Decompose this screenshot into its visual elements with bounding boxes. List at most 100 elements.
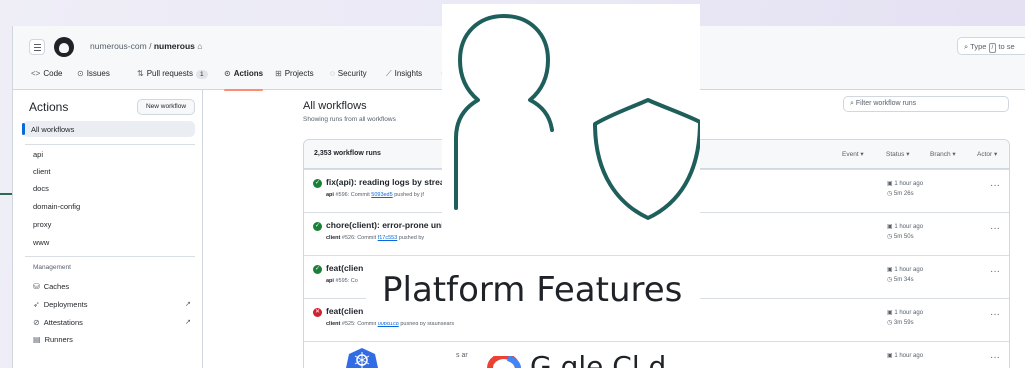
run-time: 1 hour ago: [894, 224, 924, 230]
sidebar-item-api[interactable]: api: [33, 150, 43, 159]
sidebar-item-proxy[interactable]: proxy: [33, 220, 51, 229]
sidebar-item-www[interactable]: www: [33, 238, 49, 247]
github-logo-icon[interactable]: [54, 37, 74, 57]
run-time: 1 hour ago: [894, 310, 924, 316]
sidebar-item-attestations[interactable]: ⊘ Attestations: [33, 318, 83, 327]
tab-projects[interactable]: ⊞ Projects: [275, 66, 314, 90]
success-check-icon: ✓: [313, 265, 322, 274]
success-check-icon: ✓: [313, 179, 322, 188]
more-options-button[interactable]: ···: [990, 352, 1000, 363]
run-duration: 5m 34s: [893, 277, 914, 283]
run-timing: ▣ 1 hour ago ◷ 5m 34s: [887, 265, 923, 285]
run-timing: ▣ 1 hour ago ◷ 3m 59s: [887, 308, 923, 328]
tab-actions[interactable]: ⊙ Actions: [224, 66, 264, 91]
org-link[interactable]: numerous-com: [90, 41, 147, 51]
run-duration: 5m 50s: [893, 234, 914, 240]
sidebar-item-client[interactable]: client: [33, 167, 51, 176]
more-options-button[interactable]: ···: [990, 266, 1000, 277]
more-options-button[interactable]: ···: [990, 180, 1000, 191]
tab-security[interactable]: ◌ Security: [330, 66, 367, 90]
search-suffix: to se: [998, 42, 1015, 51]
issue-icon: ⊙: [77, 69, 84, 78]
breadcrumb: numerous-com / numerous ⌂: [90, 41, 202, 51]
stopwatch-icon: ◷: [887, 234, 893, 240]
divider: [25, 144, 195, 145]
sidebar-item-docs[interactable]: docs: [33, 184, 49, 193]
sidebar-item-domain-config[interactable]: domain-config: [33, 202, 80, 211]
filter-placeholder: Filter workflow runs: [855, 100, 917, 107]
filter-runs-input[interactable]: ⌕ Filter workflow runs: [843, 96, 1009, 112]
search-input[interactable]: ⌕ Type / to se: [957, 37, 1025, 55]
sidebar-item-label: Runners: [44, 335, 73, 344]
tab-issues[interactable]: ⊙ Issues: [77, 66, 110, 90]
search-icon: ⌕: [850, 100, 854, 107]
run-workflow: api: [326, 192, 334, 198]
new-workflow-button[interactable]: New workflow: [137, 99, 195, 115]
search-shortcut: /: [988, 43, 997, 53]
pr-count-badge: 1: [195, 70, 208, 79]
sidebar-item-label: Caches: [43, 282, 70, 291]
table-icon: ⊞: [275, 69, 282, 78]
run-time: 1 hour ago: [894, 353, 924, 359]
run-timing: ▣ 1 hour ago ◷ 5m 50s: [887, 222, 923, 242]
breadcrumb-separator: /: [149, 41, 152, 51]
tab-label: Projects: [284, 69, 314, 78]
calendar-icon: ▣: [887, 353, 893, 359]
check-circle-icon: ⊘: [33, 318, 40, 327]
tab-label: Pull requests: [146, 69, 193, 78]
run-number: #596: Commit: [335, 192, 370, 198]
repo-link[interactable]: numerous: [154, 41, 195, 51]
lock-icon: ⌂: [197, 41, 203, 51]
sidebar-item-label: Deployments: [43, 300, 88, 309]
tab-label: Security: [337, 69, 367, 78]
sidebar-item-label: Attestations: [43, 318, 83, 327]
run-title[interactable]: feat(clien: [326, 306, 363, 316]
more-options-button[interactable]: ···: [990, 223, 1000, 234]
stopwatch-icon: ◷: [887, 191, 893, 197]
run-duration: 5m 26s: [893, 191, 914, 197]
actions-sidebar: Actions New workflow All workflows api c…: [13, 90, 203, 368]
actor-filter-dropdown[interactable]: Actor ▾: [977, 150, 997, 158]
branch-filter-dropdown[interactable]: Branch ▾: [930, 150, 956, 158]
run-title[interactable]: feat(clien: [326, 263, 363, 273]
run-timing: ▣ 1 hour ago ◷ 5m 26s: [887, 179, 923, 199]
page-title: All workflows: [303, 100, 367, 112]
run-number: #595: Co: [335, 278, 358, 284]
google-cloud-logo-icon: [487, 356, 521, 368]
sidebar-item-caches[interactable]: ⛁ Caches: [33, 282, 69, 291]
external-link-icon: ↗: [185, 319, 191, 326]
tab-label: Code: [43, 69, 63, 78]
stopwatch-icon: ◷: [887, 320, 893, 326]
shield-icon: ◌: [330, 69, 335, 78]
management-heading: Management: [33, 264, 71, 271]
sidebar-item-deployments[interactable]: ➶ Deployments: [33, 300, 87, 309]
platform-features-overlay: Platform Features: [366, 4, 700, 368]
search-placeholder: Type: [970, 42, 987, 51]
tab-pull-requests[interactable]: ⇅ Pull requests 1: [137, 66, 208, 90]
event-filter-dropdown[interactable]: Event ▾: [842, 150, 864, 158]
success-check-icon: ✓: [313, 222, 322, 231]
tab-label: Actions: [233, 69, 264, 78]
calendar-icon: ▣: [887, 267, 893, 273]
calendar-icon: ▣: [887, 310, 893, 316]
overlay-card: [442, 4, 700, 240]
menu-button[interactable]: [29, 39, 45, 55]
run-workflow: api: [326, 278, 334, 284]
overlay-fragment-text: s ar: [456, 352, 468, 359]
run-duration: 3m 59s: [893, 320, 914, 326]
server-icon: ▤: [33, 335, 41, 344]
divider: [25, 256, 195, 257]
tab-code[interactable]: <> Code: [31, 66, 62, 90]
stopwatch-icon: ◷: [887, 277, 893, 283]
more-options-button[interactable]: ···: [990, 309, 1000, 320]
sidebar-item-all-workflows[interactable]: All workflows: [22, 121, 195, 137]
database-icon: ⛁: [33, 282, 40, 291]
user-shield-icon: [454, 14, 700, 220]
tab-label: Issues: [86, 69, 110, 78]
run-time: 1 hour ago: [894, 181, 924, 187]
sidebar-item-runners[interactable]: ▤ Runners: [33, 335, 73, 344]
rocket-icon: ➶: [33, 300, 40, 309]
play-icon: ⊙: [224, 69, 231, 78]
status-filter-dropdown[interactable]: Status ▾: [886, 150, 910, 158]
sidebar-title: Actions: [29, 100, 69, 114]
